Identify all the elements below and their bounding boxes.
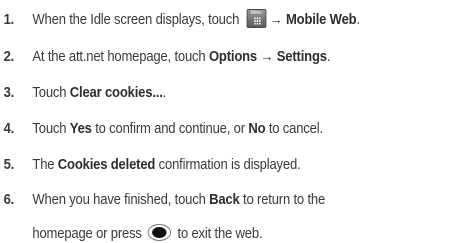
- step-text-continued: homepage or press to exit the web.: [32, 224, 263, 242]
- step-text: At the att.net homepage, touch Options →…: [32, 49, 331, 65]
- step-number: 6.: [3, 192, 15, 208]
- end-key-icon: [147, 224, 172, 242]
- step-number: 1.: [3, 12, 15, 28]
- step-text: Touch Yes to confirm and continue, or No…: [32, 121, 323, 137]
- step-text: Touch Clear cookies....: [32, 85, 167, 101]
- step-text: The Cookies deleted confirmation is disp…: [32, 157, 301, 173]
- step-text: When the Idle screen displays, touch Men…: [32, 8, 360, 28]
- step-number: 5.: [3, 157, 15, 173]
- step-number: 2.: [3, 49, 15, 65]
- step-number: 3.: [3, 85, 15, 101]
- step-text: When you have finished, touch Back to re…: [32, 192, 326, 208]
- step-number: 4.: [3, 121, 15, 137]
- menu-key-icon: Menu: [246, 8, 267, 28]
